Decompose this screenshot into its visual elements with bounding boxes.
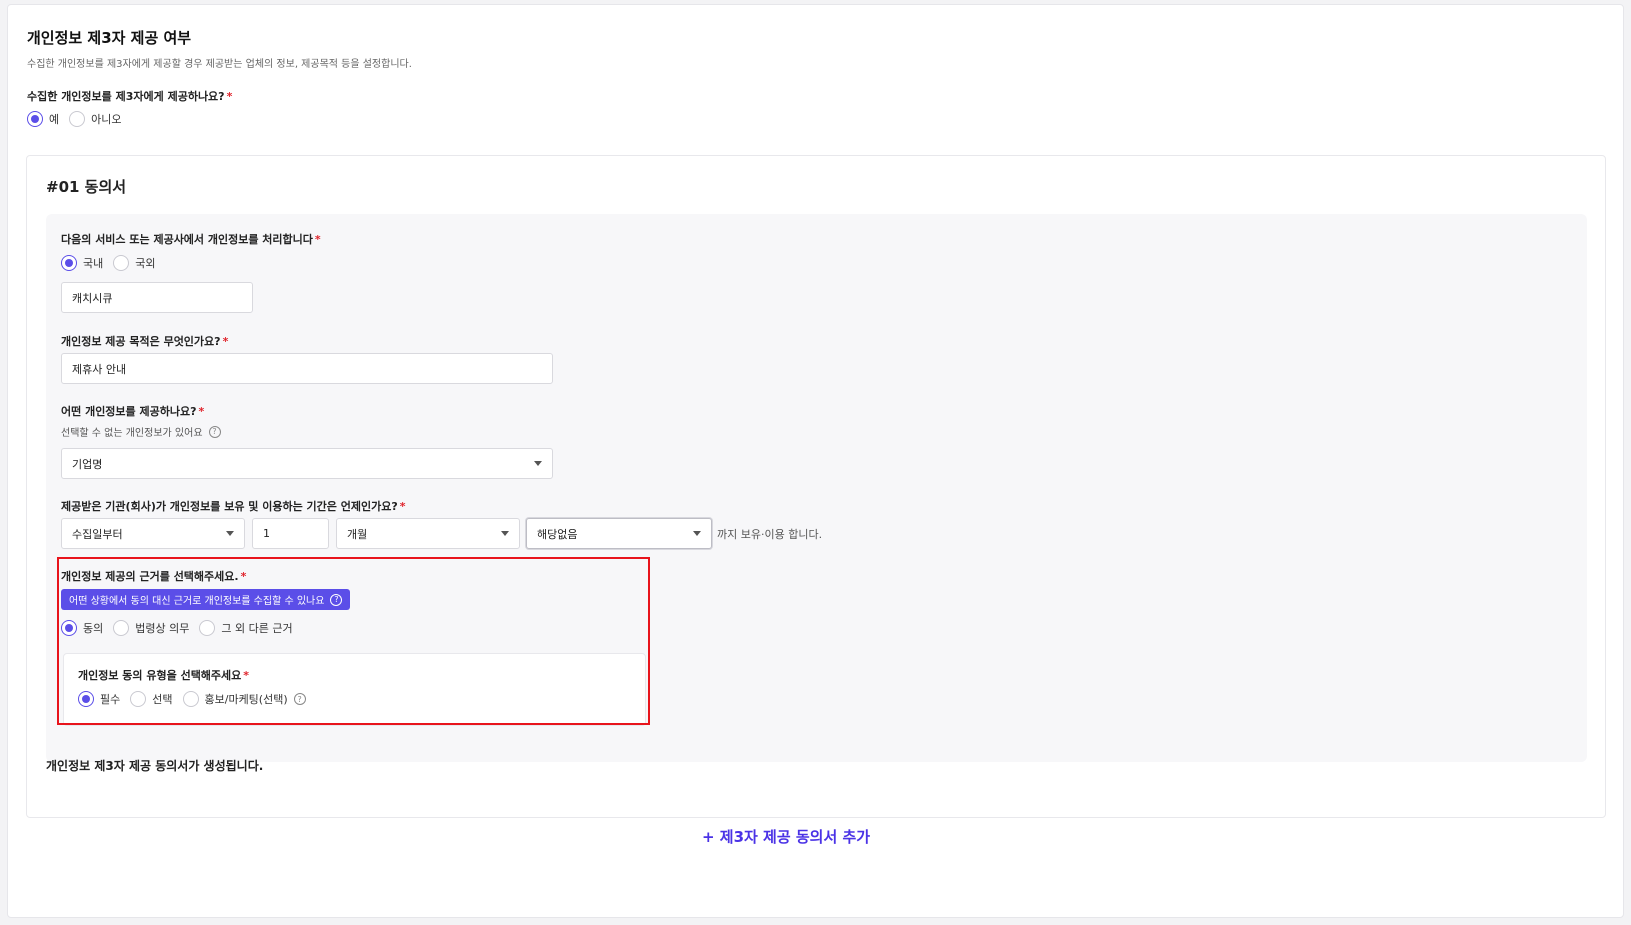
- radio-optional[interactable]: [130, 691, 147, 707]
- processor-question-text: 다음의 서비스 또는 제공사에서 개인정보를 처리합니다: [61, 233, 313, 246]
- radio-other-basis-label: 그 외 다른 근거: [221, 622, 293, 635]
- radio-overseas-label: 국외: [135, 257, 156, 270]
- radio-no-label: 아니오: [91, 113, 122, 126]
- processor-question: 다음의 서비스 또는 제공사에서 개인정보를 처리합니다 *: [61, 231, 321, 247]
- help-icon[interactable]: ?: [293, 693, 306, 705]
- consent-type-card: 개인정보 동의 유형을 선택해주세요 * 필수 선택 홍보/마케팅(선택) ?: [63, 653, 646, 726]
- radio-required-label: 필수: [100, 693, 121, 706]
- help-icon: ?: [330, 593, 343, 606]
- radio-domestic[interactable]: [61, 255, 77, 271]
- help-icon[interactable]: ?: [208, 425, 221, 438]
- consent-card: #01 동의서 다음의 서비스 또는 제공사에서 개인정보를 처리합니다 * 국내…: [26, 155, 1606, 818]
- main-panel: 개인정보 제3자 제공 여부 수집한 개인정보를 제3자에게 제공할 경우 제공…: [7, 4, 1624, 918]
- period-start-value: 수집일부터: [72, 527, 123, 541]
- consent-form-area: 다음의 서비스 또는 제공사에서 개인정보를 처리합니다 * 국내 국외 캐치시큐…: [46, 214, 1587, 762]
- consent-type-question: 개인정보 동의 유형을 선택해주세요 *: [78, 667, 249, 683]
- basis-question-text: 개인정보 제공의 근거를 선택해주세요.: [61, 570, 239, 583]
- period-extra-select[interactable]: 해당없음: [526, 518, 712, 549]
- items-question: 어떤 개인정보를 제공하나요? *: [61, 403, 204, 419]
- period-question: 제공받은 기관(회사)가 개인정보를 보유 및 이용하는 기간은 언제인가요? *: [61, 498, 406, 514]
- basis-radio-group: 동의 법령상 의무 그 외 다른 근거: [61, 620, 303, 636]
- period-suffix: 까지 보유·이용 합니다.: [717, 528, 823, 541]
- required-mark: *: [243, 669, 250, 682]
- chevron-down-icon: [501, 531, 509, 536]
- purpose-question: 개인정보 제공 목적은 무엇인가요? *: [61, 333, 228, 349]
- add-consent-link[interactable]: + 제3자 제공 동의서 추가: [702, 826, 870, 847]
- radio-overseas[interactable]: [113, 255, 130, 271]
- required-mark: *: [226, 90, 233, 103]
- radio-required[interactable]: [78, 691, 94, 707]
- processor-radio-group: 국내 국외: [61, 255, 166, 271]
- radio-marketing[interactable]: [182, 691, 199, 707]
- radio-legal-obligation-label: 법령상 의무: [135, 622, 190, 635]
- radio-no[interactable]: [69, 111, 86, 127]
- radio-consent[interactable]: [61, 620, 77, 636]
- items-hint: 선택할 수 없는 개인정보가 있어요 ?: [61, 424, 221, 439]
- radio-consent-label: 동의: [83, 622, 104, 635]
- items-hint-text: 선택할 수 없는 개인정보가 있어요: [61, 428, 203, 439]
- provide-radio-group: 예 아니오: [27, 111, 132, 127]
- consent-type-radio-group: 필수 선택 홍보/마케팅(선택) ?: [78, 691, 306, 707]
- basis-question: 개인정보 제공의 근거를 선택해주세요. *: [61, 568, 246, 584]
- radio-domestic-label: 국내: [83, 257, 104, 270]
- period-unit-select[interactable]: 개월: [336, 518, 520, 549]
- card-title: #01 동의서: [46, 178, 127, 196]
- provide-question: 수집한 개인정보를 제3자에게 제공하나요? *: [27, 88, 232, 104]
- radio-other-basis[interactable]: [199, 620, 216, 636]
- chevron-down-icon: [534, 461, 542, 466]
- radio-optional-label: 선택: [152, 693, 173, 706]
- radio-yes[interactable]: [27, 111, 43, 127]
- period-unit-value: 개월: [347, 527, 368, 541]
- section-title: 개인정보 제3자 제공 여부: [27, 29, 192, 47]
- required-mark: *: [399, 500, 406, 513]
- radio-marketing-label: 홍보/마케팅(선택): [204, 693, 288, 706]
- basis-info-badge-text: 어떤 상황에서 동의 대신 근거로 개인정보를 수집할 수 있나요: [69, 596, 325, 607]
- consent-type-question-text: 개인정보 동의 유형을 선택해주세요: [78, 669, 242, 682]
- radio-legal-obligation[interactable]: [113, 620, 130, 636]
- required-mark: *: [198, 405, 205, 418]
- chevron-down-icon: [693, 531, 701, 536]
- radio-yes-label: 예: [49, 113, 60, 126]
- items-select-value: 기업명: [72, 457, 103, 471]
- items-select[interactable]: 기업명: [61, 448, 553, 479]
- chevron-down-icon: [226, 531, 234, 536]
- period-start-select[interactable]: 수집일부터: [61, 518, 245, 549]
- period-amount-input[interactable]: 1: [252, 518, 329, 549]
- section-description: 수집한 개인정보를 제3자에게 제공할 경우 제공받는 업체의 정보, 제공목적…: [27, 59, 412, 70]
- processor-name-input[interactable]: 캐치시큐: [61, 282, 253, 313]
- required-mark: *: [240, 570, 247, 583]
- period-question-text: 제공받은 기관(회사)가 개인정보를 보유 및 이용하는 기간은 언제인가요?: [61, 500, 398, 513]
- required-mark: *: [314, 233, 321, 246]
- basis-info-badge[interactable]: 어떤 상황에서 동의 대신 근거로 개인정보를 수집할 수 있나요 ?: [61, 589, 351, 610]
- period-extra-value: 해당없음: [537, 527, 578, 541]
- required-mark: *: [222, 335, 229, 348]
- purpose-question-text: 개인정보 제공 목적은 무엇인가요?: [61, 335, 221, 348]
- card-footer-text: 개인정보 제3자 제공 동의서가 생성됩니다.: [46, 759, 264, 773]
- items-question-text: 어떤 개인정보를 제공하나요?: [61, 405, 197, 418]
- purpose-input[interactable]: 제휴사 안내: [61, 353, 553, 384]
- provide-question-text: 수집한 개인정보를 제3자에게 제공하나요?: [27, 90, 225, 103]
